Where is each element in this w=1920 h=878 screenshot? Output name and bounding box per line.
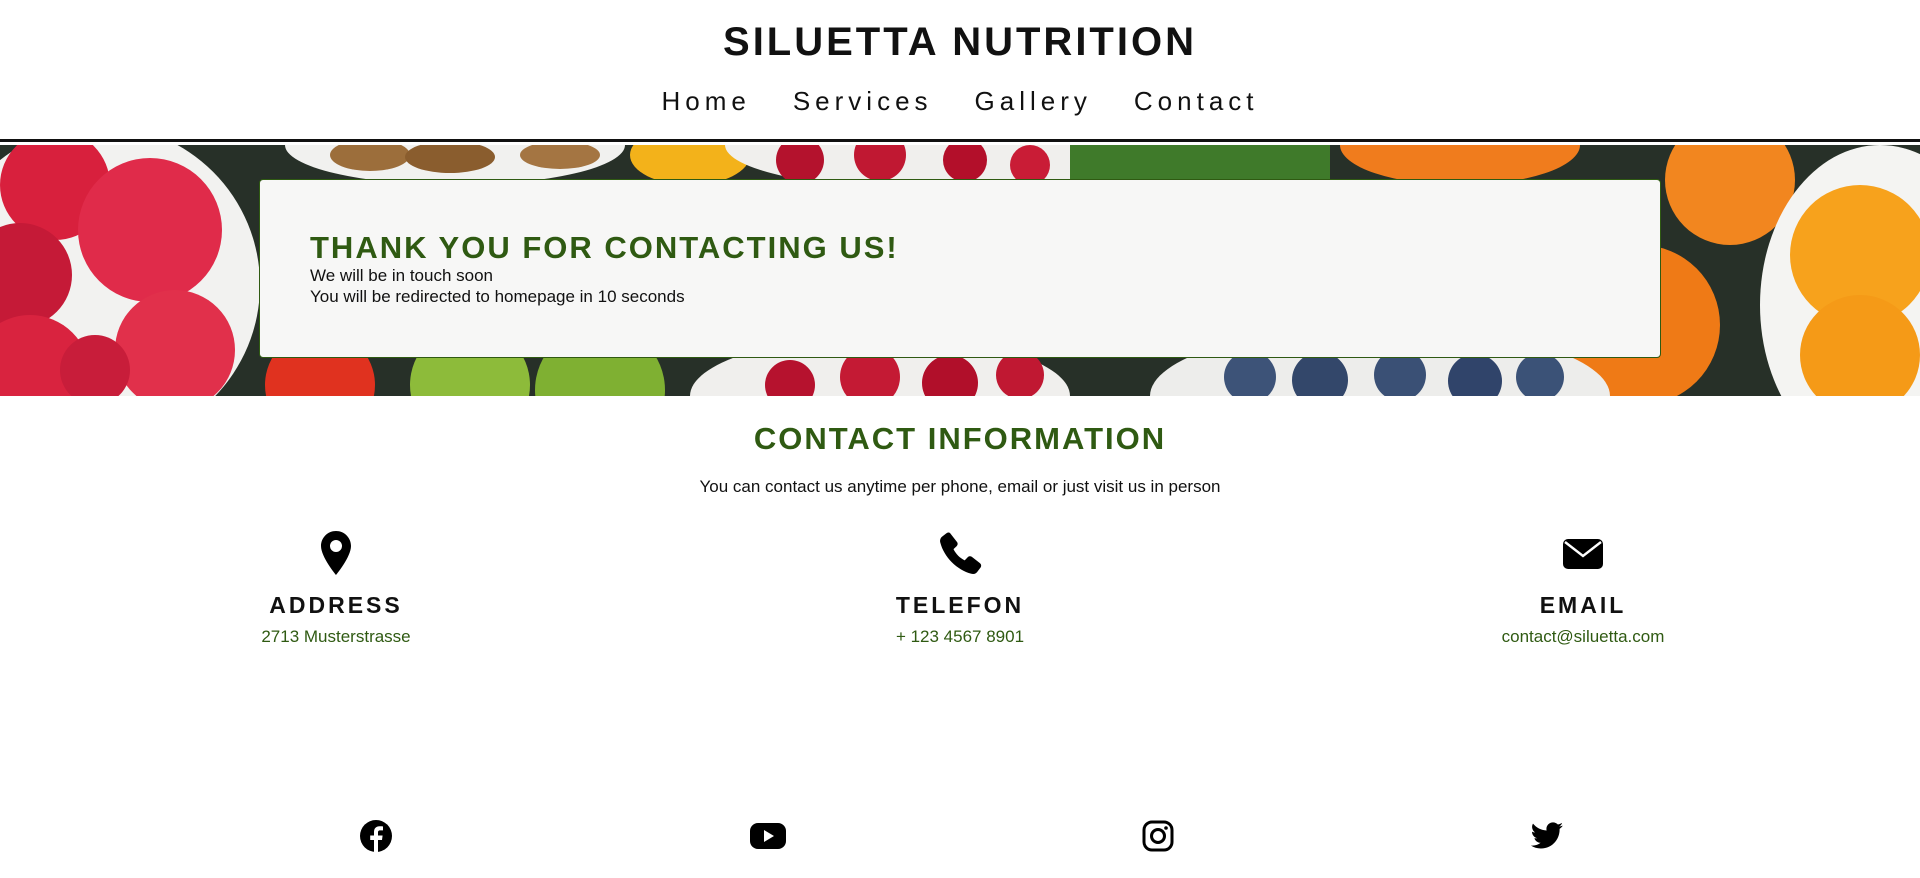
phone-label: TELEFON (895, 592, 1025, 618)
nav-services[interactable]: Services (793, 86, 933, 117)
brand-title[interactable]: SILUETTA NUTRITION (0, 20, 1920, 65)
youtube-link[interactable] (748, 818, 788, 854)
address-value[interactable]: 2713 Musterstrasse (126, 627, 546, 647)
nav-gallery[interactable]: Gallery (975, 86, 1092, 117)
instagram-link[interactable] (1138, 818, 1178, 854)
contact-email: EMAIL contact@siluetta.com (1373, 530, 1793, 647)
nav-home[interactable]: Home (661, 86, 750, 117)
email-label: EMAIL (1539, 592, 1627, 618)
site-header: SILUETTA NUTRITION Home Services Gallery… (0, 0, 1920, 142)
youtube-icon (750, 823, 786, 849)
thank-you-message: We will be in touch soon (310, 266, 494, 285)
contact-info-title: CONTACT INFORMATION (753, 421, 1167, 456)
thank-you-card: THANK YOU FOR CONTACTING US! We will be … (259, 179, 1661, 358)
phone-icon (940, 532, 982, 575)
hero-banner: THANK YOU FOR CONTACTING US! We will be … (0, 145, 1920, 396)
facebook-icon (360, 820, 392, 852)
contact-address: ADDRESS 2713 Musterstrasse (126, 530, 546, 647)
twitter-icon (1530, 822, 1563, 849)
twitter-link[interactable] (1527, 818, 1567, 854)
phone-value[interactable]: + 123 4567 8901 (750, 627, 1170, 647)
nav-contact[interactable]: Contact (1134, 86, 1259, 117)
email-value[interactable]: contact@siluetta.com (1373, 627, 1793, 647)
redirect-notice: You will be redirected to homepage in 10… (310, 287, 685, 306)
location-pin-icon (321, 531, 351, 575)
envelope-icon (1563, 539, 1603, 569)
contact-phone: TELEFON + 123 4567 8901 (750, 530, 1170, 647)
instagram-icon (1142, 820, 1174, 852)
thank-you-title: THANK YOU FOR CONTACTING US! (310, 230, 899, 265)
main-nav: Home Services Gallery Contact (0, 86, 1920, 117)
facebook-link[interactable] (356, 818, 396, 854)
address-label: ADDRESS (269, 592, 403, 618)
contact-info-subtitle: You can contact us anytime per phone, em… (699, 477, 1221, 496)
